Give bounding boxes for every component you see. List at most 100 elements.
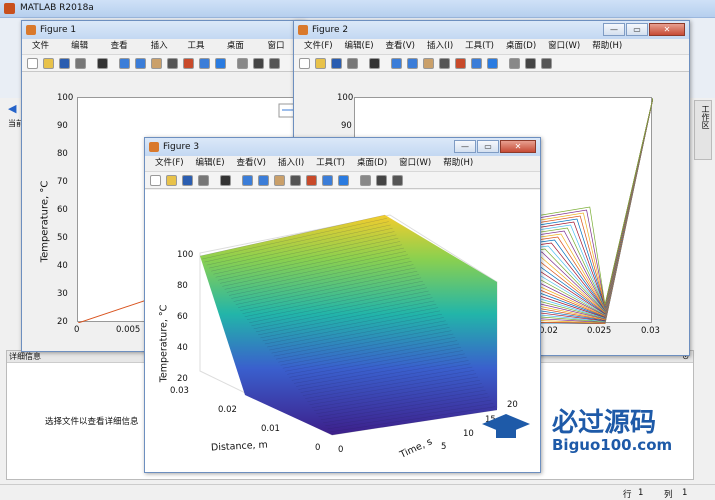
status-col-value: 1 <box>682 488 688 498</box>
open-icon[interactable] <box>166 175 177 186</box>
pan-icon[interactable] <box>423 58 434 69</box>
menu-item[interactable]: 桌面(D) <box>221 39 262 66</box>
figure-1-ytick: 70 <box>57 177 68 187</box>
right-tab[interactable]: 工作区 <box>694 100 712 160</box>
zoom-in-icon[interactable] <box>391 58 402 69</box>
figure-3-ztick: 100 <box>177 250 194 260</box>
menu-item[interactable]: 帮助(H) <box>437 156 479 171</box>
figure-2-title: Figure 2 <box>312 25 349 35</box>
print-icon[interactable] <box>75 58 86 69</box>
maximize-button[interactable]: ▭ <box>626 23 648 36</box>
legend-icon[interactable] <box>253 58 264 69</box>
figure-3-time-tick: 5 <box>441 442 447 452</box>
zoom-in-icon[interactable] <box>242 175 253 186</box>
menu-item[interactable]: 编辑(E) <box>339 39 380 54</box>
status-col-label: 列 <box>664 490 673 500</box>
figure-1-ytick: 80 <box>57 149 68 159</box>
menu-item[interactable]: 桌面(D) <box>351 156 393 171</box>
menu-item[interactable]: 窗口(W) <box>542 39 586 54</box>
rotate-icon[interactable] <box>439 58 450 69</box>
close-button[interactable]: ✕ <box>649 23 685 36</box>
data-cursor-icon[interactable] <box>455 58 466 69</box>
menu-item[interactable]: 工具(T) <box>181 39 220 66</box>
menu-item[interactable]: 编辑(E) <box>65 39 105 66</box>
legend-icon[interactable] <box>525 58 536 69</box>
link-icon[interactable] <box>215 58 226 69</box>
plot-tools-icon[interactable] <box>269 58 280 69</box>
figure-1-titlebar[interactable]: Figure 1 <box>22 21 304 39</box>
figure-1-ytick: 90 <box>57 121 68 131</box>
menu-item[interactable]: 窗口(W) <box>393 156 437 171</box>
figure-3-distance-tick: 0.02 <box>218 405 237 415</box>
figure-3-title: Figure 3 <box>163 142 200 152</box>
print-icon[interactable] <box>347 58 358 69</box>
plot-tools-icon[interactable] <box>392 175 403 186</box>
figure-3-ztick: 40 <box>177 343 188 353</box>
back-arrow-icon[interactable]: ◀ <box>8 102 20 115</box>
brush-icon[interactable] <box>471 58 482 69</box>
pointer-icon[interactable] <box>369 58 380 69</box>
menu-item[interactable]: 文件(F) <box>26 39 65 66</box>
legend-icon[interactable] <box>376 175 387 186</box>
menu-item[interactable]: 桌面(D) <box>500 39 542 54</box>
menu-item[interactable]: 查看(V) <box>380 39 421 54</box>
menu-item[interactable]: 工具(T) <box>310 156 351 171</box>
new-figure-icon[interactable] <box>150 175 161 186</box>
figure-3-menubar: 文件(F) 编辑(E) 查看(V) 插入(I) 工具(T) 桌面(D) 窗口(W) 帮助(H) <box>145 156 540 171</box>
pan-icon[interactable] <box>151 58 162 69</box>
data-cursor-icon[interactable] <box>306 175 317 186</box>
figure-3-distance-tick: 0.03 <box>170 386 189 396</box>
figure-2-xtick: 0.025 <box>587 326 612 336</box>
pointer-icon[interactable] <box>97 58 108 69</box>
new-figure-icon[interactable] <box>299 58 310 69</box>
figure-3-zlabel: Temperature, °C <box>158 304 170 383</box>
zoom-in-icon[interactable] <box>119 58 130 69</box>
close-button[interactable]: ✕ <box>500 140 536 153</box>
data-cursor-icon[interactable] <box>183 58 194 69</box>
colorbar-icon[interactable] <box>509 58 520 69</box>
save-icon[interactable] <box>331 58 342 69</box>
colorbar-icon[interactable] <box>360 175 371 186</box>
menu-item[interactable]: 帮助(H) <box>586 39 628 54</box>
graduation-cap-icon <box>482 412 530 442</box>
link-icon[interactable] <box>338 175 349 186</box>
maximize-button[interactable]: ▭ <box>477 140 499 153</box>
zoom-out-icon[interactable] <box>135 58 146 69</box>
figure-2-menubar: 文件(F) 编辑(E) 查看(V) 插入(I) 工具(T) 桌面(D) 窗口(W) 帮助(H) <box>294 39 689 54</box>
figure-icon <box>298 25 308 35</box>
menu-item[interactable]: 查看(V) <box>231 156 272 171</box>
link-icon[interactable] <box>487 58 498 69</box>
menu-item[interactable]: 文件(F) <box>149 156 190 171</box>
minimize-button[interactable]: — <box>454 140 476 153</box>
figure-2-titlebar[interactable]: Figure 2 — ▭ ✕ <box>294 21 689 39</box>
open-icon[interactable] <box>315 58 326 69</box>
brush-icon[interactable] <box>322 175 333 186</box>
menu-item[interactable]: 工具(T) <box>459 39 500 54</box>
open-icon[interactable] <box>43 58 54 69</box>
zoom-out-icon[interactable] <box>258 175 269 186</box>
figure-3-titlebar[interactable]: Figure 3 — ▭ ✕ <box>145 138 540 156</box>
figure-1-ytick: 40 <box>57 261 68 271</box>
menu-item[interactable]: 文件(F) <box>298 39 339 54</box>
figure-icon <box>149 142 159 152</box>
pan-icon[interactable] <box>274 175 285 186</box>
save-icon[interactable] <box>182 175 193 186</box>
rotate-icon[interactable] <box>167 58 178 69</box>
print-icon[interactable] <box>198 175 209 186</box>
minimize-button[interactable]: — <box>603 23 625 36</box>
new-figure-icon[interactable] <box>27 58 38 69</box>
rotate-icon[interactable] <box>290 175 301 186</box>
figure-1-toolbar <box>22 54 304 72</box>
plot-tools-icon[interactable] <box>541 58 552 69</box>
menu-item[interactable]: 插入(I) <box>145 39 182 66</box>
menu-item[interactable]: 查看(V) <box>105 39 145 66</box>
figure-2-ytick: 100 <box>337 93 354 103</box>
menu-item[interactable]: 编辑(E) <box>190 156 231 171</box>
menu-item[interactable]: 插入(I) <box>421 39 459 54</box>
colorbar-icon[interactable] <box>237 58 248 69</box>
menu-item[interactable]: 插入(I) <box>272 156 310 171</box>
zoom-out-icon[interactable] <box>407 58 418 69</box>
brush-icon[interactable] <box>199 58 210 69</box>
save-icon[interactable] <box>59 58 70 69</box>
pointer-icon[interactable] <box>220 175 231 186</box>
